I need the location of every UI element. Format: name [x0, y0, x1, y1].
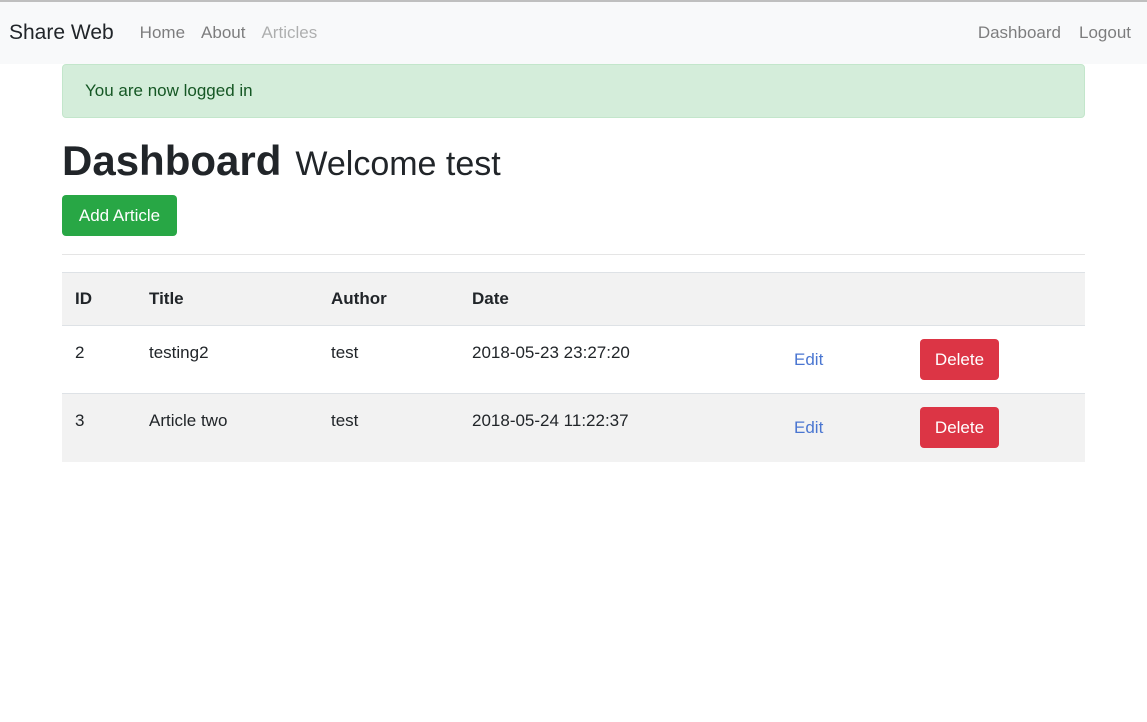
column-header-edit	[781, 272, 907, 326]
main-container: You are now logged in Dashboard Welcome …	[62, 64, 1085, 462]
page-heading: Dashboard Welcome test	[62, 140, 1085, 184]
cell-date: 2018-05-24 11:22:37	[472, 411, 629, 430]
cell-date: 2018-05-23 23:27:20	[472, 343, 630, 362]
cell-author: test	[331, 343, 359, 362]
table-row: 3 Article two test 2018-05-24 11:22:37 E…	[62, 393, 1085, 462]
cell-edit: Edit	[781, 326, 907, 394]
brand-link[interactable]: Share Web	[9, 21, 114, 45]
articles-table: ID Title Author Date 2 testing2 test 201…	[62, 272, 1085, 462]
table-row: 2 testing2 test 2018-05-23 23:27:20 Edit…	[62, 325, 1085, 394]
column-header-id: ID	[62, 272, 136, 326]
cell-id: 3	[75, 411, 85, 430]
login-success-alert: You are now logged in	[62, 64, 1085, 118]
delete-button[interactable]: Delete	[920, 407, 999, 449]
page-title: Dashboard	[62, 137, 282, 184]
column-header-author: Author	[318, 272, 459, 326]
delete-button[interactable]: Delete	[920, 339, 999, 380]
cell-delete: Delete	[907, 394, 1085, 462]
cell-author: test	[331, 411, 359, 430]
table-header: ID Title Author Date	[62, 272, 1085, 326]
nav-logout-link[interactable]: Logout	[1061, 23, 1131, 43]
edit-link[interactable]: Edit	[794, 350, 823, 369]
edit-link[interactable]: Edit	[794, 418, 823, 437]
nav-about-link[interactable]: About	[193, 23, 253, 43]
table-header-row: ID Title Author Date	[62, 272, 1085, 326]
alert-message: You are now logged in	[85, 81, 253, 100]
column-header-delete	[907, 272, 1085, 326]
cell-id: 2	[75, 343, 85, 362]
navbar: Share Web Home About Articles Dashboard …	[0, 2, 1147, 64]
welcome-text: Welcome test	[295, 145, 501, 183]
column-header-date: Date	[459, 272, 781, 326]
table-body: 2 testing2 test 2018-05-23 23:27:20 Edit…	[62, 325, 1085, 462]
nav-dashboard-link[interactable]: Dashboard	[960, 23, 1061, 43]
cell-delete: Delete	[907, 326, 1085, 394]
add-article-button[interactable]: Add Article	[62, 195, 177, 236]
cell-title: testing2	[149, 343, 209, 362]
nav-articles-link[interactable]: Articles	[253, 23, 325, 43]
nav-right: Dashboard Logout	[960, 23, 1131, 43]
column-header-title: Title	[136, 272, 318, 326]
cell-title: Article two	[149, 411, 228, 430]
nav-home-link[interactable]: Home	[132, 23, 193, 43]
divider	[62, 254, 1085, 255]
nav-left: Share Web Home About Articles	[9, 21, 325, 45]
cell-edit: Edit	[781, 394, 907, 462]
